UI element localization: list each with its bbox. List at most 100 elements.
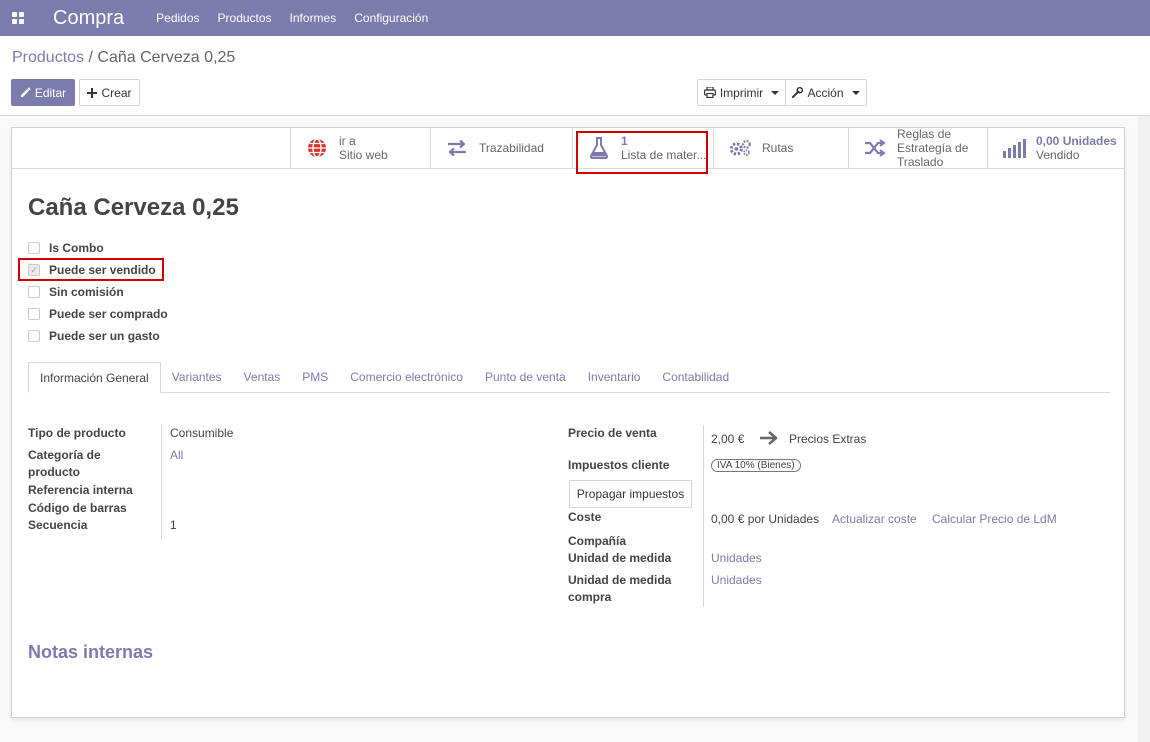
uom-label: Unidad de medida — [568, 551, 672, 565]
shuffle-icon — [863, 139, 887, 157]
category-label-line2: producto — [28, 465, 80, 479]
globe-icon — [305, 138, 329, 158]
sold-value: 0,00 Unidades — [1036, 134, 1117, 148]
product-title: Caña Cerveza 0,25 — [28, 194, 239, 221]
printer-icon — [703, 87, 716, 98]
expense-label: Puede ser un gasto — [49, 329, 160, 343]
tax-tag[interactable]: IVA 10% (Bienes) — [711, 459, 801, 472]
form-sheet: ir a Sitio web Trazabilidad 1 Lista de m… — [11, 127, 1125, 718]
propagate-taxes-button[interactable]: Propagar impuestos — [569, 480, 692, 508]
uom-value[interactable]: Unidades — [711, 550, 762, 567]
breadcrumb-separator: / — [88, 49, 93, 66]
tab-pms[interactable]: PMS — [291, 362, 339, 392]
menu-configuracion[interactable]: Configuración — [354, 11, 428, 25]
highlight-box — [18, 258, 164, 281]
sold-smart-button[interactable]: 0,00 Unidades Vendido — [987, 128, 1124, 168]
traceability-label: Trazabilidad — [479, 141, 544, 155]
highlight-box — [576, 131, 708, 174]
customer-taxes-label: Impuestos cliente — [568, 458, 670, 472]
no-commission-field: Sin comisión — [28, 285, 124, 299]
menu-productos[interactable]: Productos — [218, 11, 272, 25]
uom-po-value[interactable]: Unidades — [711, 572, 762, 589]
app-name[interactable]: Compra — [53, 7, 124, 30]
putaway-line1: Reglas de — [897, 127, 952, 141]
tab-ecommerce[interactable]: Comercio electrónico — [339, 362, 474, 392]
uom-po-label: Unidad de medida compra — [568, 572, 671, 606]
routes-label: Rutas — [762, 141, 794, 155]
print-label: Imprimir — [719, 85, 764, 100]
uom-po-label-line1: Unidad de medida — [568, 573, 672, 587]
compute-bom-price-button[interactable]: Calcular Precio de LdM — [932, 511, 1057, 528]
exchange-arrows-icon — [445, 139, 469, 157]
top-navbar: Compra Pedidos Productos Informes Config… — [0, 0, 1150, 36]
edit-button[interactable]: Editar — [11, 79, 75, 106]
tab-variants[interactable]: Variantes — [161, 362, 233, 392]
website-smart-button[interactable]: ir a Sitio web — [290, 128, 430, 168]
category-value[interactable]: All — [170, 447, 183, 464]
signal-bars-icon — [1002, 138, 1026, 158]
notebook-tabs: Información General Variantes Ventas PMS… — [28, 362, 1110, 393]
purchase-ok-checkbox[interactable] — [28, 308, 40, 320]
scrollbar[interactable] — [1138, 116, 1150, 742]
sold-label: Vendido — [1036, 148, 1080, 162]
tab-general-info[interactable]: Información General — [28, 362, 161, 393]
sale-price-label: Precio de venta — [568, 426, 657, 440]
menu-informes[interactable]: Informes — [290, 11, 337, 25]
website-line2: Sitio web — [339, 148, 388, 162]
barcode-label: Código de barras — [28, 501, 127, 515]
sequence-label: Secuencia — [28, 518, 88, 532]
is-combo-checkbox[interactable] — [28, 242, 40, 254]
category-label-line1: Categoría de — [28, 448, 101, 462]
tab-inventory[interactable]: Inventario — [577, 362, 652, 392]
no-commission-checkbox[interactable] — [28, 286, 40, 298]
action-button[interactable]: Acción — [785, 79, 867, 106]
breadcrumb: Productos / Caña Cerveza 0,25 — [12, 49, 235, 67]
no-commission-label: Sin comisión — [49, 285, 124, 299]
breadcrumb-current: Caña Cerveza 0,25 — [97, 49, 236, 66]
arrow-right-icon — [759, 430, 779, 449]
tab-point-of-sale[interactable]: Punto de venta — [474, 362, 577, 392]
traceability-smart-button[interactable]: Trazabilidad — [430, 128, 572, 168]
purchase-ok-label: Puede ser comprado — [49, 307, 168, 321]
cost-label: Coste — [568, 510, 602, 524]
internal-notes-title: Notas internas — [28, 642, 154, 662]
putaway-line2: Estrategía de — [897, 141, 969, 155]
create-label: Crear — [101, 85, 132, 100]
create-button[interactable]: Crear — [79, 79, 140, 106]
edit-label: Editar — [34, 85, 67, 100]
chevron-down-icon — [771, 90, 780, 95]
field-separator — [161, 425, 162, 539]
field-separator — [703, 425, 704, 607]
company-label: Compañía — [568, 534, 627, 548]
product-type-value[interactable]: Consumible — [170, 425, 233, 442]
putaway-rules-smart-button[interactable]: Reglas de Estrategía de Traslado — [848, 127, 987, 169]
apps-menu-icon[interactable] — [0, 0, 36, 36]
expense-checkbox[interactable] — [28, 330, 40, 342]
sequence-value[interactable]: 1 — [170, 517, 177, 534]
expense-field: Puede ser un gasto — [28, 329, 160, 343]
category-label: Categoría de producto — [28, 447, 101, 481]
control-panel: Productos / Caña Cerveza 0,25 Editar Cre… — [0, 36, 1150, 116]
print-button[interactable]: Imprimir — [697, 79, 786, 106]
pencil-icon — [20, 87, 31, 98]
update-cost-button[interactable]: Actualizar coste — [832, 511, 917, 528]
product-type-label: Tipo de producto — [28, 426, 126, 440]
sale-price-value[interactable]: 2,00 € — [711, 431, 744, 448]
breadcrumb-parent[interactable]: Productos — [12, 49, 84, 66]
uom-po-label-line2: compra — [568, 590, 612, 604]
wrench-icon — [792, 87, 804, 98]
gears-icon — [728, 138, 752, 158]
tab-sales[interactable]: Ventas — [233, 362, 292, 392]
internal-ref-label: Referencia interna — [28, 483, 133, 497]
putaway-line3: Traslado — [897, 155, 944, 169]
menu-pedidos[interactable]: Pedidos — [156, 11, 199, 25]
cost-value[interactable]: 0,00 € por Unidades — [711, 511, 819, 528]
is-combo-field: Is Combo — [28, 241, 104, 255]
extra-prices-link[interactable]: Precios Extras — [789, 431, 866, 448]
plus-icon — [87, 87, 98, 98]
website-line1: ir a — [339, 134, 356, 148]
purchase-ok-field: Puede ser comprado — [28, 307, 168, 321]
tab-accounting[interactable]: Contabilidad — [651, 362, 740, 392]
action-label: Acción — [807, 85, 844, 100]
routes-smart-button[interactable]: Rutas — [713, 128, 848, 168]
